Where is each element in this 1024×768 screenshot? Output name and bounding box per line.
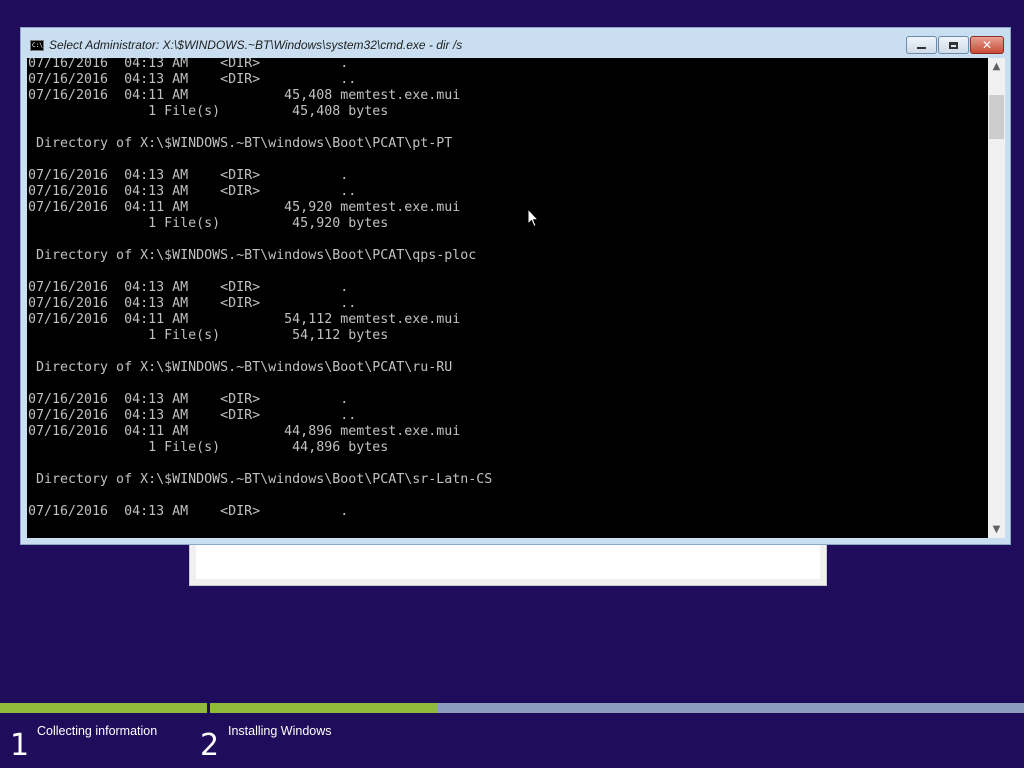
mouse-cursor-icon <box>527 208 539 228</box>
scroll-up-arrow-icon[interactable]: ▲ <box>988 58 1005 75</box>
window-controls: ✕ <box>905 36 1004 54</box>
console-line: 07/16/2016 04:13 AM <DIR> . <box>28 58 349 71</box>
console-line: 07/16/2016 04:13 AM <DIR> .. <box>28 296 357 311</box>
console-line: 07/16/2016 04:11 AM 44,896 memtest.exe.m… <box>28 424 461 439</box>
console-line: Directory of X:\$WINDOWS.~BT\windows\Boo… <box>28 360 453 375</box>
console-line: Directory of X:\$WINDOWS.~BT\windows\Boo… <box>28 472 493 487</box>
scroll-thumb[interactable] <box>989 95 1004 139</box>
step-number: 2 <box>200 728 220 763</box>
progress-bar-step-1 <box>0 703 207 713</box>
progress-fill-step-1 <box>0 703 207 713</box>
minimize-button[interactable] <box>906 36 937 54</box>
vertical-scrollbar[interactable]: ▲ ▼ <box>988 58 1005 538</box>
title-bar[interactable]: C:\ Select Administrator: X:\$WINDOWS.~B… <box>21 28 1010 58</box>
console-line: Directory of X:\$WINDOWS.~BT\windows\Boo… <box>28 136 453 151</box>
step-label: Collecting information <box>37 724 158 738</box>
console-line: 07/16/2016 04:13 AM <DIR> . <box>28 392 349 407</box>
console-line: Directory of X:\$WINDOWS.~BT\windows\Boo… <box>28 248 477 263</box>
close-button[interactable]: ✕ <box>970 36 1004 54</box>
step-number: 1 <box>10 728 30 763</box>
console-line: 1 File(s) 45,920 bytes <box>28 216 389 231</box>
console-line: 1 File(s) 45,408 bytes <box>28 104 389 119</box>
console-line: 1 File(s) 44,896 bytes <box>28 440 389 455</box>
cmd-icon[interactable]: C:\ <box>30 40 44 51</box>
progress-fill-step-2 <box>210 703 438 713</box>
maximize-icon <box>949 41 958 49</box>
console-line: 07/16/2016 04:13 AM <DIR> . <box>28 504 349 519</box>
maximize-button[interactable] <box>938 36 969 54</box>
console-line: 07/16/2016 04:13 AM <DIR> . <box>28 280 349 295</box>
console-output[interactable]: 07/16/2016 04:13 AM <DIR> . 07/16/2016 04… <box>27 58 988 538</box>
minimize-icon <box>917 47 926 49</box>
console-line: 07/16/2016 04:11 AM 45,920 memtest.exe.m… <box>28 200 461 215</box>
window-title: Select Administrator: X:\$WINDOWS.~BT\Wi… <box>49 38 463 52</box>
cmd-window[interactable]: C:\ Select Administrator: X:\$WINDOWS.~B… <box>20 27 1011 545</box>
scroll-down-arrow-icon[interactable]: ▼ <box>988 521 1005 538</box>
console-line: 07/16/2016 04:13 AM <DIR> .. <box>28 408 357 423</box>
console-line: 07/16/2016 04:13 AM <DIR> .. <box>28 184 357 199</box>
console-line: 07/16/2016 04:11 AM 54,112 memtest.exe.m… <box>28 312 461 327</box>
console-text: 07/16/2016 04:13 AM <DIR> . 07/16/2016 04… <box>28 58 492 520</box>
console-line: 07/16/2016 04:13 AM <DIR> .. <box>28 72 357 87</box>
close-icon: ✕ <box>981 38 993 52</box>
console-line: 07/16/2016 04:11 AM 45,408 memtest.exe.m… <box>28 88 461 103</box>
step-label: Installing Windows <box>228 724 332 738</box>
progress-bar-step-2 <box>210 703 1024 713</box>
console-line: 1 File(s) 54,112 bytes <box>28 328 389 343</box>
console-line: 07/16/2016 04:13 AM <DIR> . <box>28 168 349 183</box>
